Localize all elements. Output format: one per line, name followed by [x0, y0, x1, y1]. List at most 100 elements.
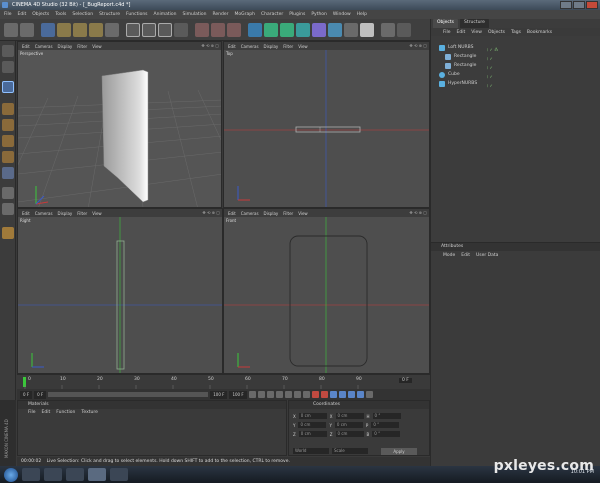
- viewport-nav-icons[interactable]: ✥ ⟲ ⊕ ▢: [409, 210, 427, 215]
- camera-icon[interactable]: [344, 22, 358, 37]
- viewport-menu-edit[interactable]: Edit: [22, 211, 30, 216]
- objmenu-view[interactable]: View: [471, 30, 482, 35]
- snap-icon[interactable]: [2, 227, 14, 239]
- taskbar-app-media[interactable]: [66, 468, 84, 481]
- coordinate-system-icon[interactable]: [174, 22, 188, 37]
- objmenu-edit[interactable]: Edit: [457, 30, 466, 35]
- move-icon[interactable]: [57, 22, 71, 37]
- viewport-menu-cameras[interactable]: Cameras: [35, 44, 53, 49]
- size-x-field[interactable]: 0 cm: [335, 413, 364, 419]
- prev-frame-icon[interactable]: [266, 391, 274, 398]
- pen-spline-icon[interactable]: [264, 22, 278, 37]
- next-frame-icon[interactable]: [284, 391, 292, 398]
- viewport-menu-view[interactable]: View: [298, 44, 308, 49]
- tree-item-hypernurbs[interactable]: HyperNURBS ⁝ ✓: [431, 80, 600, 88]
- layout-icon[interactable]: [381, 22, 395, 37]
- scale-key-icon[interactable]: [347, 391, 355, 398]
- matmenu-function[interactable]: Function: [56, 409, 75, 417]
- viewport-menu-cameras[interactable]: Cameras: [241, 44, 259, 49]
- redo-icon[interactable]: [20, 22, 34, 37]
- tree-item-rectangle[interactable]: Rectangle ⁝ ✓: [431, 53, 600, 61]
- x-axis-lock-icon[interactable]: [126, 22, 140, 37]
- menu-window[interactable]: Window: [333, 12, 351, 17]
- nurbs-icon[interactable]: [280, 22, 294, 37]
- viewport-nav-icons[interactable]: ✥ ⟲ ⊕ ▢: [201, 43, 219, 48]
- menu-edit[interactable]: Edit: [18, 12, 27, 17]
- y-axis-lock-icon[interactable]: [142, 22, 156, 37]
- workplane-icon[interactable]: [2, 119, 14, 131]
- viewport-menu-edit[interactable]: Edit: [228, 211, 236, 216]
- menu-simulation[interactable]: Simulation: [183, 12, 207, 17]
- rotation-b-field[interactable]: 0 °: [372, 431, 401, 437]
- preview-start-field[interactable]: 0 F: [34, 390, 47, 399]
- viewport-front[interactable]: Edit Cameras Display Filter View ✥ ⟲ ⊕ ▢…: [223, 208, 430, 374]
- taskbar-app-explorer[interactable]: [22, 468, 40, 481]
- rotation-p-field[interactable]: 0 °: [371, 422, 400, 428]
- enable-axis-icon[interactable]: [2, 187, 14, 199]
- viewport-menu-cameras[interactable]: Cameras: [35, 211, 53, 216]
- viewport-menu-display[interactable]: Display: [264, 44, 279, 49]
- minimize-button[interactable]: [560, 1, 572, 9]
- polygons-mode-icon[interactable]: [2, 167, 14, 179]
- rotation-key-icon[interactable]: [356, 391, 364, 398]
- apply-button[interactable]: Apply: [381, 447, 417, 455]
- menu-help[interactable]: Help: [357, 12, 367, 17]
- render-view-icon[interactable]: [195, 22, 209, 37]
- attrmenu-mode[interactable]: Mode: [443, 253, 455, 258]
- viewport-menu-view[interactable]: View: [92, 44, 102, 49]
- play-icon[interactable]: [275, 391, 283, 398]
- record-icon[interactable]: [311, 391, 319, 398]
- autokey-icon[interactable]: [320, 391, 328, 398]
- viewport-menu-edit[interactable]: Edit: [228, 44, 236, 49]
- scale-icon[interactable]: [73, 22, 87, 37]
- taskbar-app-cinema4d[interactable]: [88, 468, 106, 481]
- end-frame-field[interactable]: 100 F: [229, 390, 247, 399]
- start-button[interactable]: [4, 467, 18, 482]
- position-x-field[interactable]: 0 cm: [298, 413, 327, 419]
- prev-key-icon[interactable]: [257, 391, 265, 398]
- light-icon[interactable]: [360, 22, 374, 37]
- start-frame-field[interactable]: 0 F: [20, 390, 33, 399]
- menu-selection[interactable]: Selection: [72, 12, 93, 17]
- parameter-key-icon[interactable]: [365, 391, 373, 398]
- go-to-end-icon[interactable]: [302, 391, 310, 398]
- model-mode-icon[interactable]: [2, 61, 14, 73]
- keyframe-selection-icon[interactable]: [329, 391, 337, 398]
- menu-functions[interactable]: Functions: [126, 12, 148, 17]
- viewport-menu-filter[interactable]: Filter: [77, 44, 87, 49]
- tree-item-rectangle[interactable]: Rectangle ⁝ ✓: [431, 62, 600, 70]
- menu-plugins[interactable]: Plugins: [289, 12, 305, 17]
- matmenu-edit[interactable]: Edit: [42, 409, 51, 417]
- viewport-menu-view[interactable]: View: [298, 211, 308, 216]
- texture-mode-icon[interactable]: [2, 103, 14, 115]
- viewport-menu-filter[interactable]: Filter: [283, 211, 293, 216]
- position-y-field[interactable]: 0 cm: [298, 422, 327, 428]
- next-key-icon[interactable]: [293, 391, 301, 398]
- preview-end-field[interactable]: 100 F: [210, 390, 228, 399]
- menu-character[interactable]: Character: [261, 12, 283, 17]
- taskbar-app-photoshop[interactable]: [110, 468, 128, 481]
- tab-objects[interactable]: Objects: [433, 19, 459, 28]
- array-icon[interactable]: [296, 22, 310, 37]
- tree-item-loft-nurbs[interactable]: Loft NURBS ⁝ ✓ ⁂: [431, 44, 600, 52]
- menu-objects[interactable]: Objects: [32, 12, 49, 17]
- scene-icon[interactable]: [328, 22, 342, 37]
- viewport-right[interactable]: Edit Cameras Display Filter View ✥ ⟲ ⊕ ▢…: [17, 208, 223, 374]
- size-y-field[interactable]: 0 cm: [334, 422, 363, 428]
- deformer-icon[interactable]: [312, 22, 326, 37]
- viewport-menu-filter[interactable]: Filter: [77, 211, 87, 216]
- attrmenu-edit[interactable]: Edit: [461, 253, 470, 258]
- viewport-nav-icons[interactable]: ✥ ⟲ ⊕ ▢: [202, 210, 220, 215]
- coordinate-mode-select[interactable]: World: [293, 448, 329, 454]
- maximize-button[interactable]: [573, 1, 585, 9]
- viewport-menu-display[interactable]: Display: [264, 211, 279, 216]
- object-mode-icon[interactable]: [2, 81, 14, 93]
- matmenu-file[interactable]: File: [28, 409, 36, 417]
- position-z-field[interactable]: 0 cm: [298, 431, 327, 437]
- menu-structure[interactable]: Structure: [99, 12, 120, 17]
- cube-primitive-icon[interactable]: [248, 22, 262, 37]
- points-mode-icon[interactable]: [2, 135, 14, 147]
- viewport-nav-icons[interactable]: ✥ ⟲ ⊕ ▢: [409, 43, 427, 48]
- menu-python[interactable]: Python: [311, 12, 327, 17]
- edges-mode-icon[interactable]: [2, 151, 14, 163]
